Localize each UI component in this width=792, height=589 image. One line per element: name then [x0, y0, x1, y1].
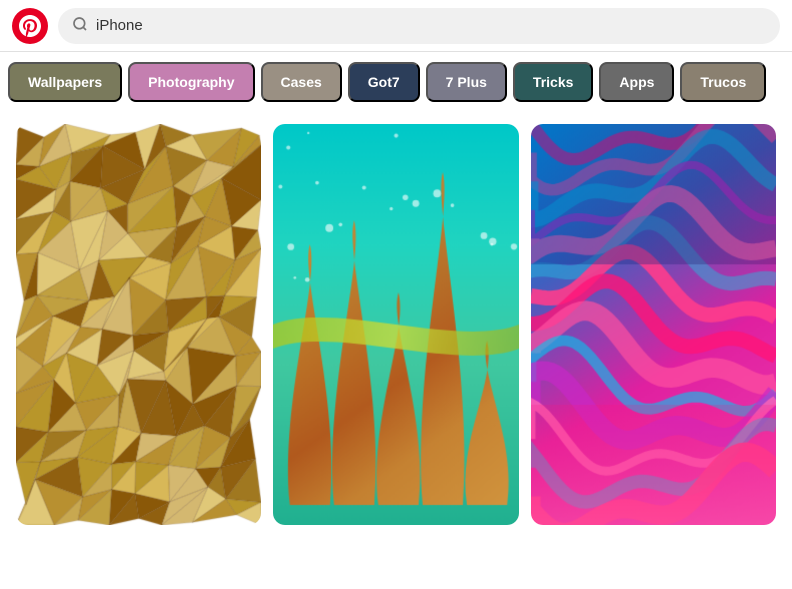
tag-wallpapers[interactable]: Wallpapers: [8, 62, 122, 102]
search-input[interactable]: [96, 17, 766, 34]
image-card-gold-poly[interactable]: [16, 124, 261, 525]
gold-polygon-image: [16, 124, 261, 525]
header: [0, 0, 792, 52]
image-grid: [0, 112, 792, 537]
search-bar[interactable]: [58, 8, 780, 44]
pinterest-logo[interactable]: [12, 8, 48, 44]
tag-trucos[interactable]: Trucos: [680, 62, 766, 102]
pink-fluid-image: [531, 124, 776, 525]
search-icon: [72, 16, 88, 36]
tag-tricks[interactable]: Tricks: [513, 62, 593, 102]
image-card-fluid-teal[interactable]: [273, 124, 518, 525]
tag-7plus[interactable]: 7 Plus: [426, 62, 507, 102]
tags-row: WallpapersPhotographyCasesGot77 PlusTric…: [0, 52, 792, 112]
tag-photography[interactable]: Photography: [128, 62, 254, 102]
teal-fluid-image: [273, 124, 518, 525]
tag-cases[interactable]: Cases: [261, 62, 342, 102]
tag-got7[interactable]: Got7: [348, 62, 420, 102]
tag-apps[interactable]: Apps: [599, 62, 674, 102]
image-card-fluid-pink[interactable]: [531, 124, 776, 525]
